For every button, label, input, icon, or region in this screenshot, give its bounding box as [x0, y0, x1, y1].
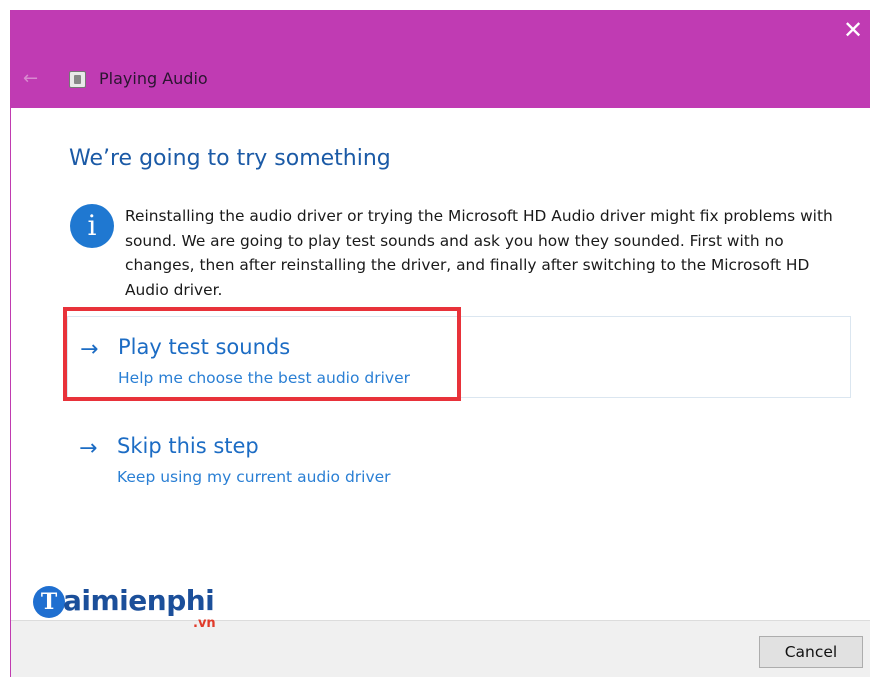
option-subtitle: Keep using my current audio driver: [117, 468, 391, 486]
option-subtitle: Help me choose the best audio driver: [118, 369, 410, 387]
watermark-wordmark: aimienphi: [63, 584, 215, 617]
close-icon: ✕: [842, 16, 864, 44]
option-title: Skip this step: [117, 434, 259, 458]
page-heading: We’re going to try something: [69, 146, 391, 171]
back-button[interactable]: ←: [23, 70, 43, 88]
skip-this-step-option[interactable]: → Skip this step Keep using my current a…: [67, 416, 851, 498]
watermark-domain-suffix: .vn: [193, 616, 216, 631]
play-test-sounds-option[interactable]: → Play test sounds Help me choose the be…: [67, 316, 851, 398]
troubleshooter-window: ✕ ← Playing Audio We’re going to try som…: [10, 10, 870, 677]
cancel-button[interactable]: Cancel: [759, 636, 863, 668]
window-title: Playing Audio: [99, 69, 208, 88]
audio-troubleshooter-icon: [69, 71, 86, 88]
info-icon: i: [70, 204, 114, 248]
watermark-logo-mark: T: [33, 586, 65, 618]
close-button[interactable]: ✕: [839, 16, 867, 44]
back-arrow-icon: ←: [23, 68, 39, 89]
watermark-logo: T aimienphi .vn: [33, 584, 233, 636]
option-title: Play test sounds: [118, 335, 291, 359]
arrow-right-icon: →: [80, 337, 99, 362]
arrow-right-icon: →: [79, 436, 98, 461]
title-bar: ✕ ← Playing Audio: [11, 10, 870, 108]
info-description: Reinstalling the audio driver or trying …: [125, 207, 833, 299]
